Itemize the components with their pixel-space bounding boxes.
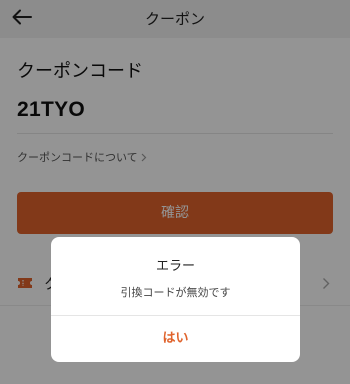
error-dialog: エラー 引換コードが無効です はい: [51, 237, 300, 362]
dialog-title: エラー: [155, 259, 195, 274]
dialog-message: 引換コードが無効です: [120, 286, 231, 299]
ok-button[interactable]: はい: [51, 316, 300, 362]
